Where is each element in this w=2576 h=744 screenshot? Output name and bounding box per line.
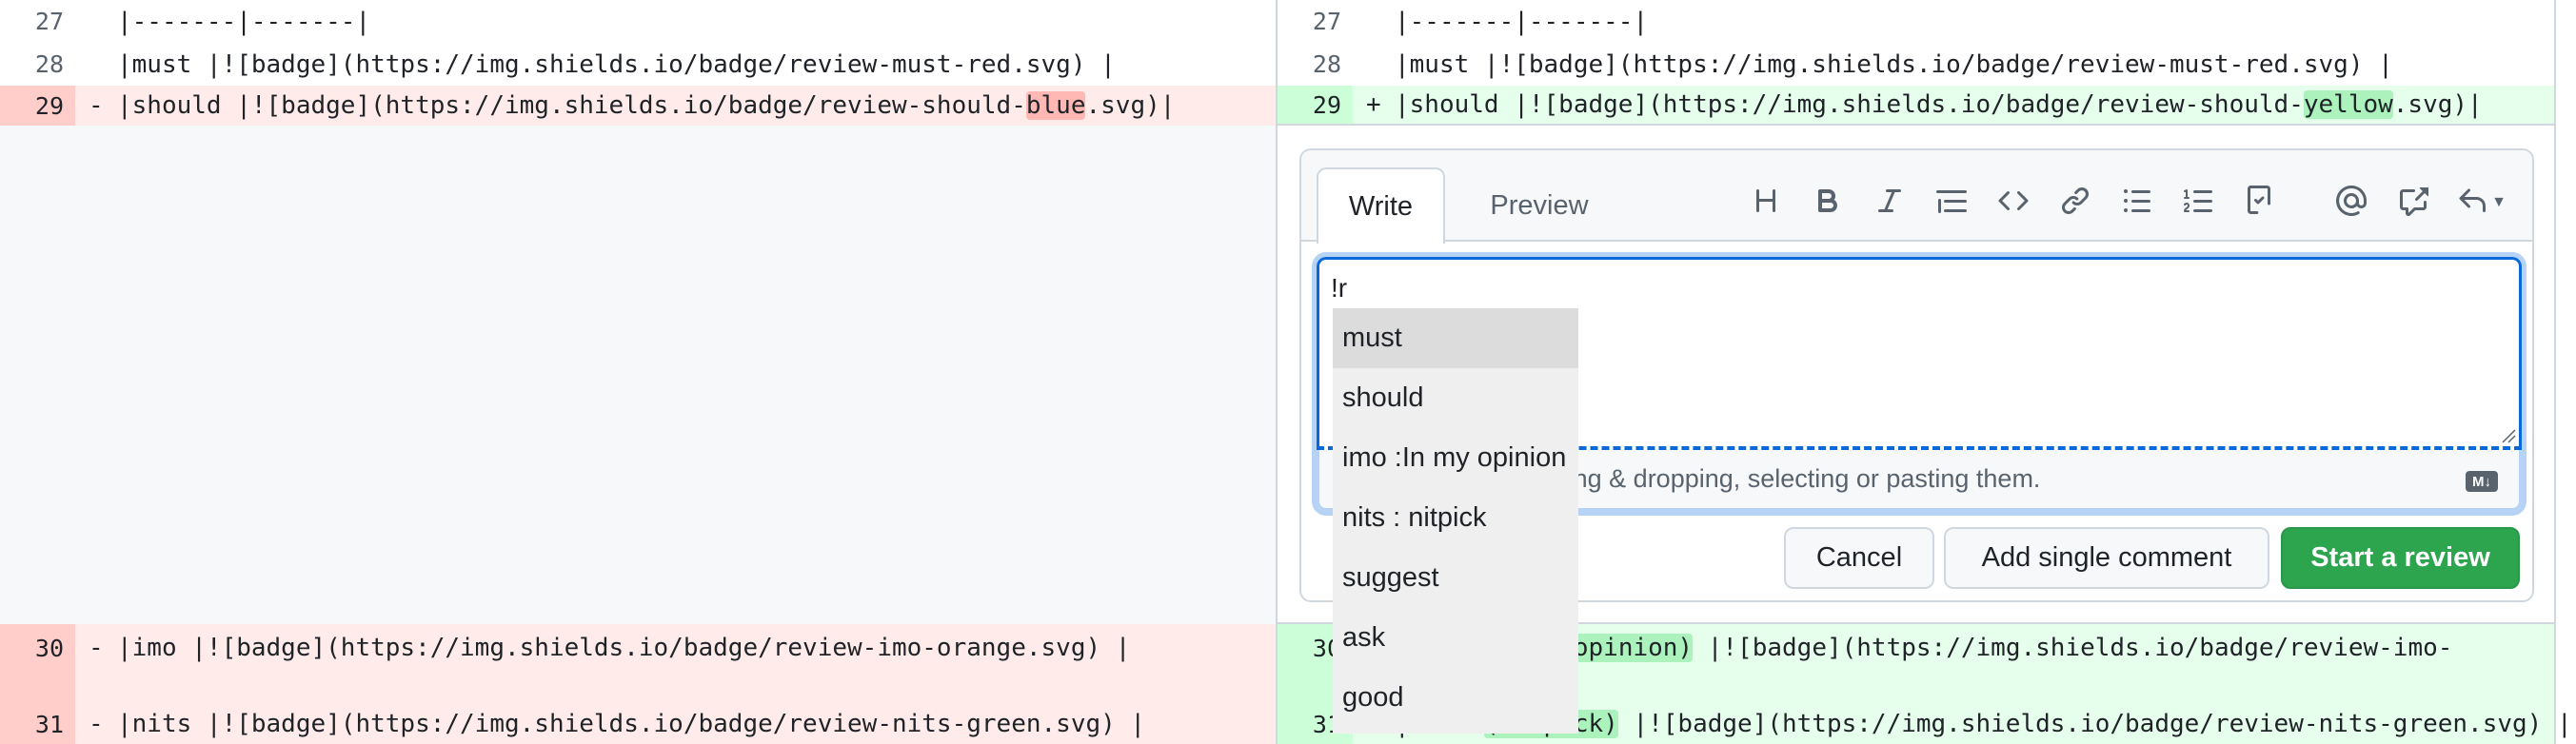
code-icon (1998, 186, 2029, 221)
resize-handle-icon[interactable] (2501, 428, 2516, 443)
suggestion-item[interactable]: good (1333, 668, 1578, 728)
bold-icon (1813, 186, 1843, 221)
word-highlight-added: yellow (2303, 90, 2393, 119)
tab-preview[interactable]: Preview (1468, 167, 1611, 244)
cancel-button[interactable]: Cancel (1784, 527, 1934, 589)
triangle-down-icon: ▼ (2491, 194, 2507, 210)
diff-row[interactable]: 27 |-------|-------| (1278, 0, 2554, 43)
cross-reference-button[interactable] (2382, 179, 2444, 226)
list-unordered-icon (2122, 186, 2152, 221)
line-number[interactable]: 29 (1278, 86, 1353, 124)
unordered-list-button[interactable] (2106, 179, 2168, 226)
link-icon (2060, 186, 2091, 221)
diff-marker: + (1366, 90, 1381, 119)
cross-reference-icon (2398, 186, 2428, 221)
task-list-button[interactable] (2229, 179, 2291, 226)
add-single-comment-button[interactable]: Add single comment (1944, 527, 2269, 589)
line-number[interactable]: 28 (0, 43, 75, 86)
italic-button[interactable] (1858, 179, 1920, 226)
checkbox-icon (2246, 185, 2276, 221)
word-highlight-deleted: blue (1025, 91, 1086, 120)
list-ordered-icon (2183, 186, 2214, 221)
code-text: |![badge](https://img.shields.io/badge/r… (1617, 710, 2572, 738)
left-diff-panel: 27 |-------|-------| 28 |must |![badge](… (0, 0, 1278, 744)
code-text: |imo |![badge](https://img.shields.io/ba… (117, 634, 1131, 662)
code-text: |must |![badge](https://img.shields.io/b… (117, 49, 1116, 79)
undo-menu-button[interactable]: ▼ (2444, 179, 2520, 226)
suggestion-dropdown: must should imo :In my opinion nits : ni… (1333, 308, 1578, 734)
line-number[interactable]: 29 (0, 86, 75, 126)
suggestion-item[interactable]: should (1333, 368, 1578, 428)
ordered-list-button[interactable] (2168, 179, 2229, 226)
suggestion-item[interactable]: imo :In my opinion (1333, 428, 1578, 488)
code-text: |should |![badge](https://img.shields.io… (117, 91, 1026, 120)
italic-icon (1874, 186, 1905, 221)
code-button[interactable] (1982, 179, 2044, 226)
code-text: |-------|-------| (1395, 7, 1649, 36)
suggestion-item[interactable]: nits : nitpick (1333, 488, 1578, 548)
diff-row[interactable]: 27 |-------|-------| (0, 0, 1276, 43)
code-text: |-------|-------| (117, 7, 371, 36)
markdown-toolbar: ▼ (1734, 179, 2520, 226)
code-text: |should |![badge](https://img.shields.io… (1395, 90, 2304, 119)
tab-write[interactable]: Write (1317, 167, 1445, 244)
code-text: |nits |![badge](https://img.shields.io/b… (117, 710, 1146, 738)
diff-row-deleted[interactable]: 29 - |should |![badge](https://img.shield… (0, 86, 1276, 126)
diff-marker: - (89, 634, 104, 662)
diff-marker: - (89, 710, 104, 738)
code-text: |must |![badge](https://img.shields.io/b… (1395, 49, 2393, 79)
suggestion-item[interactable]: suggest (1333, 548, 1578, 608)
diff-row-deleted[interactable]: 30 - |imo |![badge](https://img.shields.i… (0, 624, 1276, 744)
comment-header: Write Preview ▼ (1301, 150, 2532, 244)
mention-button[interactable] (2320, 179, 2382, 226)
heading-button[interactable] (1734, 179, 1796, 226)
reply-icon (2457, 186, 2487, 221)
link-button[interactable] (2044, 179, 2106, 226)
mention-icon (2335, 185, 2367, 221)
quote-icon (1935, 186, 1967, 221)
suggestion-item[interactable]: must (1333, 308, 1578, 368)
line-number[interactable]: 28 (1278, 43, 1353, 86)
comment-spacer (0, 126, 1276, 624)
line-number[interactable]: 31 (0, 704, 75, 744)
quote-button[interactable] (1920, 179, 1982, 226)
heading-icon (1751, 186, 1781, 221)
diff-row[interactable]: 28 |must |![badge](https://img.shields.i… (1278, 43, 2554, 86)
line-number[interactable]: 30 (0, 624, 75, 672)
code-text: .svg)| (1085, 91, 1176, 120)
code-text: .svg)| (2392, 90, 2483, 119)
line-number[interactable]: 27 (1278, 0, 1353, 43)
diff-row[interactable]: 28 |must |![badge](https://img.shields.i… (0, 43, 1276, 86)
diff-marker: - (89, 91, 104, 120)
diff-row-added[interactable]: 29 + |should |![badge](https://img.shield… (1278, 86, 2554, 126)
markdown-icon[interactable]: M↓ (2466, 471, 2498, 492)
line-number[interactable]: 27 (0, 0, 75, 43)
start-review-button[interactable]: Start a review (2281, 527, 2520, 589)
suggestion-item[interactable]: ask (1333, 608, 1578, 668)
code-text: |![badge](https://img.shields.io/badge/r… (1693, 634, 2453, 662)
bold-button[interactable] (1796, 179, 1858, 226)
